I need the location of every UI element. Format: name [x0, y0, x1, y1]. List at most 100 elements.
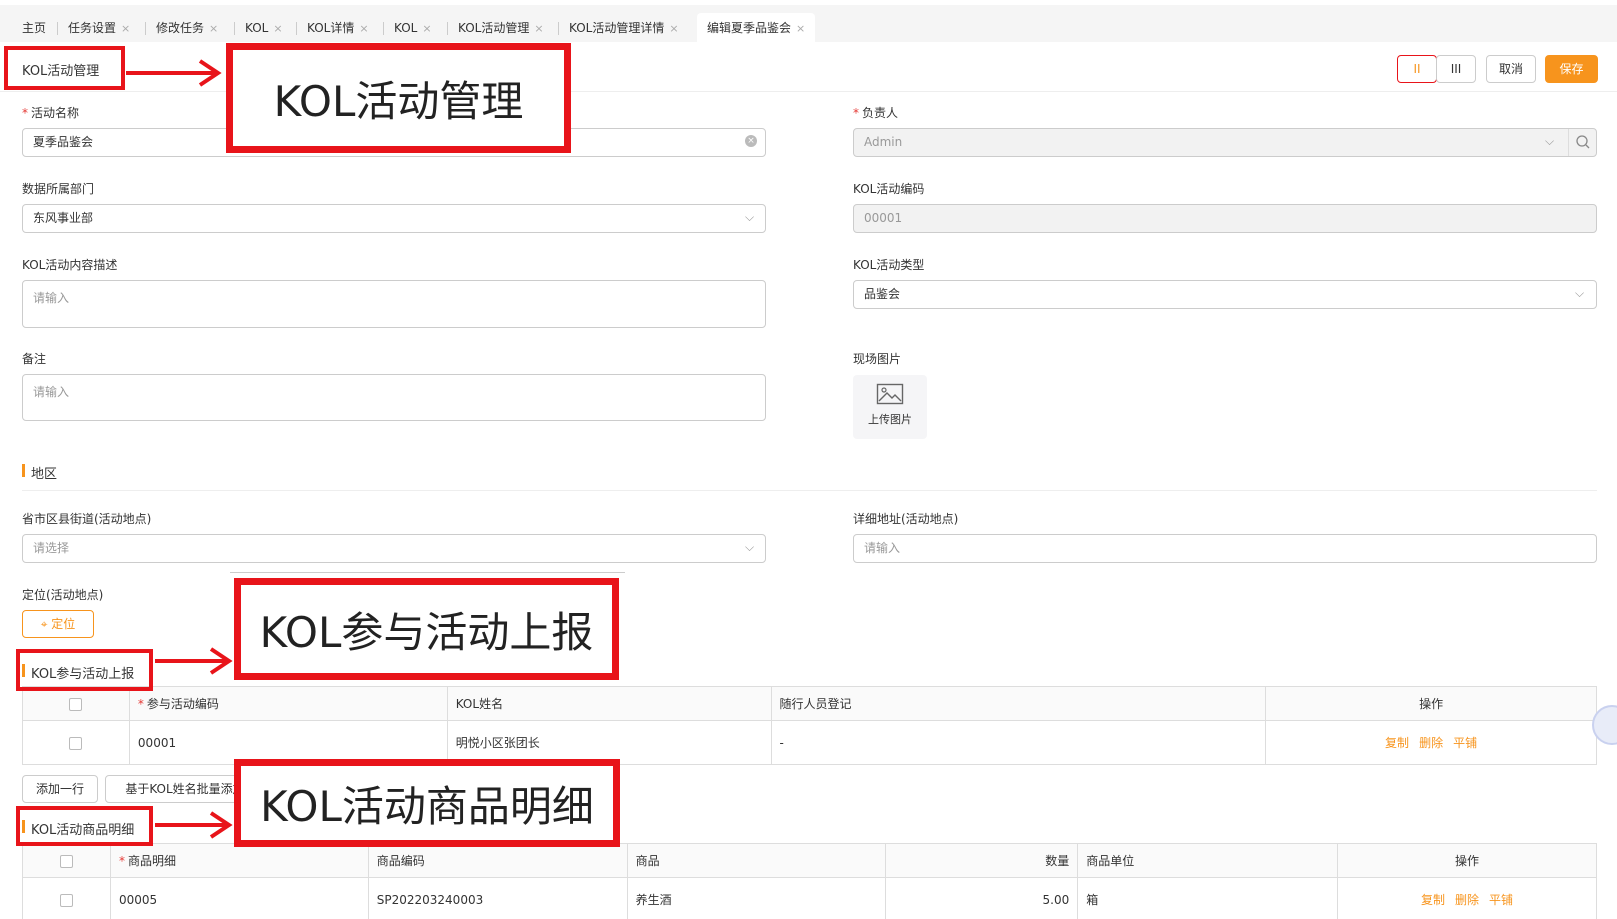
chevron-down-icon: ⌵ — [1545, 134, 1555, 148]
tile-link[interactable]: 平铺 — [1489, 893, 1513, 907]
annotation-box — [16, 649, 153, 691]
close-icon[interactable]: × — [796, 22, 805, 35]
tab-divider — [447, 22, 448, 35]
column-header: * 商品明细 — [109, 843, 369, 878]
column-header: 随行人员登记 — [770, 686, 1267, 721]
search-icon[interactable] — [1568, 129, 1596, 156]
annotation-callout: KOL参与活动上报 — [234, 578, 619, 680]
row-checkbox[interactable] — [69, 736, 83, 750]
table-header-row: * 商品明细 商品编码 商品 数量 商品单位 操作 — [22, 843, 1597, 878]
cancel-button[interactable]: 取消 — [1486, 55, 1536, 83]
select-all-checkbox[interactable] — [59, 854, 73, 868]
tab-divider — [145, 22, 146, 35]
row-select-cell — [22, 877, 111, 919]
select-all-cell — [22, 843, 111, 878]
close-icon[interactable]: × — [422, 22, 431, 35]
chevron-down-icon: ⌵ — [745, 540, 755, 554]
annotation-callout: KOL活动管理 — [226, 43, 571, 153]
tab-kol[interactable]: KOL × — [245, 13, 283, 43]
locate-button[interactable]: ⌖ 定位 — [22, 610, 94, 638]
address-input[interactable]: 请输入 — [853, 534, 1597, 563]
copy-link[interactable]: 复制 — [1385, 736, 1409, 750]
tab-home[interactable]: 主页 — [22, 13, 46, 43]
owner-label: * 负责人 — [853, 106, 899, 120]
close-icon[interactable]: × — [121, 22, 130, 35]
delete-link[interactable]: 删除 — [1455, 893, 1479, 907]
tab-divider — [558, 22, 559, 35]
locate-label: 定位 — [51, 617, 76, 631]
product-detail-cell[interactable]: 00005 — [109, 877, 369, 919]
tab-label: KOL — [394, 21, 418, 35]
delete-link[interactable]: 删除 — [1419, 736, 1443, 750]
department-select[interactable]: 东风事业部 — [22, 204, 766, 233]
chevron-down-icon: ⌵ — [745, 210, 755, 224]
table-row: 00001 明悦小区张团长 - 复制 删除 平铺 — [22, 720, 1597, 765]
upload-image-button[interactable]: 上传图片 — [853, 375, 927, 439]
tab-kol-activity-management-detail[interactable]: KOL活动管理详情 × — [569, 13, 679, 43]
region-section-title: 地区 — [22, 463, 57, 482]
copy-link[interactable]: 复制 — [1421, 893, 1445, 907]
select-all-cell — [22, 686, 130, 721]
column-header: 操作 — [1337, 843, 1597, 878]
clear-icon[interactable]: × — [745, 135, 757, 147]
activity-name-label: * 活动名称 — [22, 106, 80, 120]
tab-task-settings[interactable]: 任务设置 × — [68, 13, 130, 43]
column-header: 商品编码 — [367, 843, 628, 878]
tab-divider — [57, 22, 58, 35]
close-icon[interactable]: × — [273, 22, 282, 35]
quantity-cell[interactable]: 5.00 — [885, 877, 1079, 919]
owner-select[interactable]: Admin — [853, 128, 1597, 157]
tab-kol-detail[interactable]: KOL详情 × — [307, 13, 369, 43]
select-all-checkbox[interactable] — [69, 697, 83, 711]
column-header: 商品 — [626, 843, 887, 878]
remark-textarea[interactable]: 请输入 — [22, 374, 766, 421]
three-column-layout-button[interactable]: III — [1436, 55, 1476, 83]
save-button[interactable]: 保存 — [1545, 55, 1598, 83]
annotation-arrow-icon — [155, 647, 233, 675]
close-icon[interactable]: × — [669, 22, 678, 35]
row-checkbox[interactable] — [59, 893, 73, 907]
kol-report-table: * 参与活动编码 KOL姓名 随行人员登记 操作 00001 明悦小区张团长 - … — [22, 686, 1597, 765]
location-label: 定位(活动地点) — [22, 588, 104, 602]
close-icon[interactable]: × — [534, 22, 543, 35]
activity-code-label: KOL活动编码 — [853, 182, 925, 196]
kol-name-cell[interactable]: 明悦小区张团长 — [446, 720, 772, 765]
area-label: 省市区县街道(活动地点) — [22, 512, 152, 526]
tab-bar: 主页 任务设置 × 修改任务 × KOL × KOL详情 × KOL × KOL活动管理 ×… — [0, 0, 1617, 43]
tab-kol-activity-management[interactable]: KOL活动管理 × — [458, 13, 544, 43]
close-icon[interactable]: × — [359, 22, 368, 35]
activity-code-cell[interactable]: 00001 — [128, 720, 448, 765]
activity-type-select[interactable]: 品鉴会 — [853, 280, 1597, 309]
product-detail-table: * 商品明细 商品编码 商品 数量 商品单位 操作 00005 SP2022032… — [22, 843, 1597, 919]
remark-label: 备注 — [22, 352, 47, 366]
tab-label: KOL — [245, 21, 269, 35]
unit-cell[interactable]: 箱 — [1077, 877, 1339, 919]
site-photo-label: 现场图片 — [853, 352, 902, 366]
tab-edit-task[interactable]: 修改任务 × — [156, 13, 218, 43]
description-textarea[interactable]: 请输入 — [22, 280, 766, 328]
annotation-box — [16, 806, 153, 846]
column-header: 数量 — [885, 843, 1079, 878]
actions-cell: 复制 删除 平铺 — [1337, 877, 1597, 919]
two-column-layout-button[interactable]: II — [1397, 55, 1437, 83]
tile-link[interactable]: 平铺 — [1453, 736, 1477, 750]
product-cell[interactable]: 养生酒 — [626, 877, 887, 919]
area-select[interactable]: 请选择 — [22, 534, 766, 563]
column-header: KOL姓名 — [446, 686, 772, 721]
column-header: 商品单位 — [1077, 843, 1339, 878]
tab-label: 主页 — [22, 21, 47, 35]
activity-type-label: KOL活动类型 — [853, 258, 925, 272]
tab-label: KOL活动管理 — [458, 21, 530, 35]
tab-divider — [234, 22, 235, 35]
companions-cell[interactable]: - — [770, 720, 1267, 765]
product-code-cell[interactable]: SP202203240003 — [367, 877, 628, 919]
tab-edit-summer-tasting[interactable]: 编辑夏季品鉴会 × — [697, 13, 816, 43]
tab-label: 编辑夏季品鉴会 — [707, 21, 792, 35]
department-label: 数据所属部门 — [22, 182, 95, 196]
annotation-arrow-icon — [126, 59, 222, 87]
close-icon[interactable]: × — [209, 22, 218, 35]
tab-label: 修改任务 — [156, 21, 205, 35]
tab-kol-2[interactable]: KOL × — [394, 13, 432, 43]
add-row-button[interactable]: 添加一行 — [22, 775, 98, 803]
address-label: 详细地址(活动地点) — [853, 512, 959, 526]
